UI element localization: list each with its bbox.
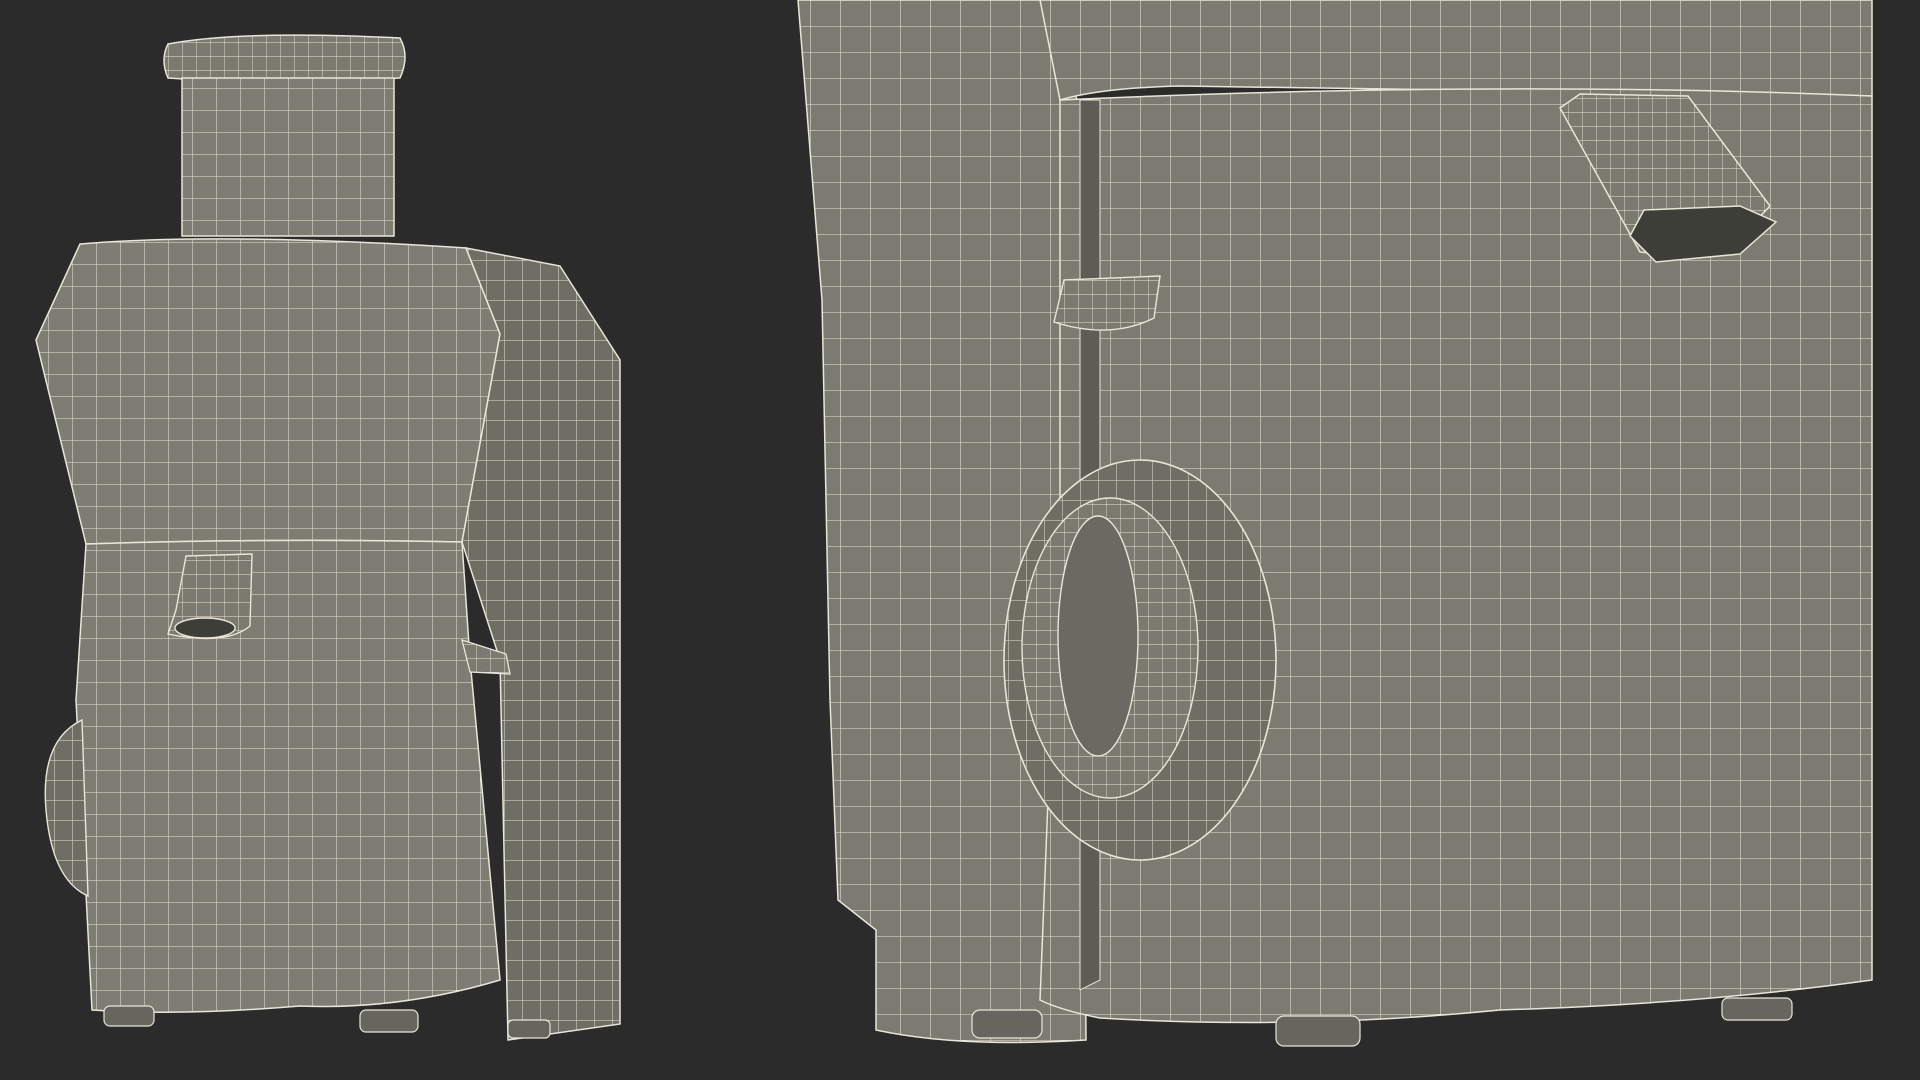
juicer-foot-right	[507, 1019, 551, 1039]
juicer-dial-knob	[44, 718, 89, 898]
juicer-feed-chute	[181, 77, 395, 237]
closeup-foot-left	[971, 1009, 1043, 1039]
juicer-full-view	[35, 34, 621, 1041]
closeup-dial-center	[1057, 515, 1139, 757]
closeup-foot-center	[1275, 1015, 1361, 1047]
juicer-closeup-view	[797, 0, 1873, 1047]
juicer-lower-body	[75, 539, 501, 1013]
wireframe-render-scene	[35, 0, 1873, 1047]
closeup-foot-right	[1721, 997, 1793, 1021]
closeup-small-clip	[1053, 275, 1161, 331]
juicer-foot-center	[359, 1009, 419, 1033]
juicer-spout-opening	[174, 617, 236, 639]
juicer-foot-left	[103, 1005, 155, 1027]
juicer-lid-cap	[163, 34, 406, 83]
juicer-upper-cover	[35, 238, 501, 545]
closeup-top-collar	[1039, 0, 1873, 101]
